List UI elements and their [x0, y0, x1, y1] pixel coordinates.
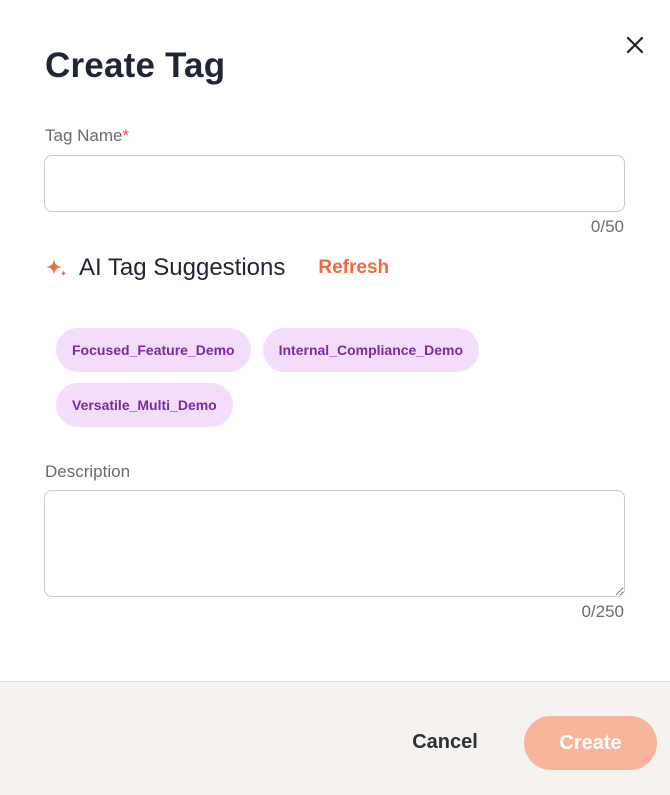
sparkle-icon — [46, 259, 67, 277]
suggestion-chip[interactable]: Versatile_Multi_Demo — [56, 383, 233, 427]
description-label: Description — [45, 462, 131, 481]
ai-suggestions-header: AI Tag Suggestions Refresh — [45, 250, 389, 286]
required-mark: * — [122, 126, 130, 145]
description-textarea[interactable] — [44, 490, 625, 597]
tag-name-input[interactable] — [44, 155, 625, 212]
suggestion-chip[interactable]: Focused_Feature_Demo — [56, 328, 251, 372]
tag-name-label: Tag Name* — [45, 126, 129, 146]
refresh-button[interactable]: Refresh — [318, 257, 389, 279]
dialog-title: Create Tag — [45, 46, 226, 85]
close-icon[interactable] — [626, 36, 644, 54]
suggestion-chip[interactable]: Internal_Compliance_Demo — [262, 328, 479, 372]
tag-name-counter: 0/50 — [590, 217, 624, 236]
create-tag-dialog: Create Tag Tag Name* 0/50 AI Tag Suggest… — [0, 0, 670, 795]
create-button[interactable]: Create — [524, 716, 657, 770]
cancel-button[interactable]: Cancel — [395, 716, 495, 768]
close-button[interactable] — [622, 32, 648, 58]
dialog-footer: Cancel Create — [0, 681, 670, 795]
suggestion-chips: Focused_Feature_Demo Internal_Compliance… — [56, 328, 576, 427]
description-counter: 0/250 — [581, 602, 624, 621]
ai-suggestions-title: AI Tag Suggestions — [79, 254, 286, 281]
tag-name-label-text: Tag Name — [45, 126, 123, 145]
